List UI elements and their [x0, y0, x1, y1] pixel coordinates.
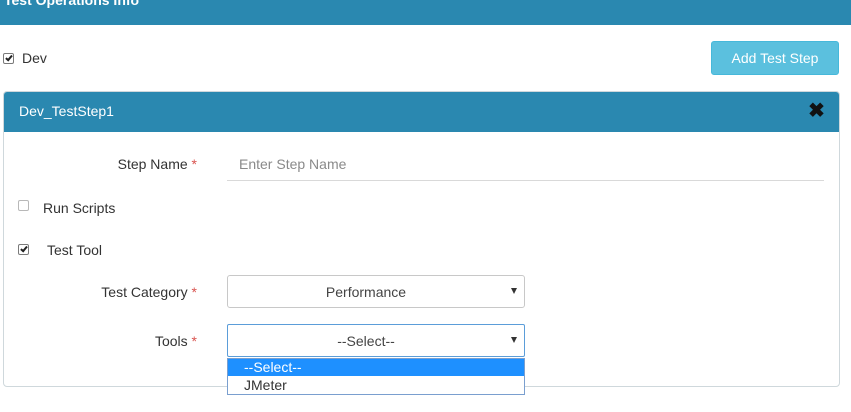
tools-label: Tools * — [0, 333, 197, 349]
dev-checkbox[interactable] — [3, 53, 14, 64]
tools-select[interactable]: --Select-- — [227, 324, 525, 357]
test-tool-checkbox[interactable] — [18, 244, 29, 255]
tools-dropdown-list: --Select-- JMeter — [227, 358, 525, 395]
close-icon[interactable]: ✖ — [808, 101, 825, 121]
tools-option-jmeter[interactable]: JMeter — [228, 377, 524, 394]
dropdown-arrow-icon — [511, 288, 517, 294]
section-title: Test Operations Info — [4, 0, 140, 8]
test-step-panel-header: Dev_TestStep1 ✖ — [4, 92, 839, 132]
test-category-select[interactable]: Performance — [227, 275, 525, 308]
test-category-value: Performance — [325, 284, 407, 300]
tools-option-select[interactable]: --Select-- — [228, 359, 524, 376]
add-test-step-button[interactable]: Add Test Step — [711, 41, 839, 75]
test-category-label-text: Test Category — [101, 284, 188, 300]
dev-checkbox-label: Dev — [22, 50, 47, 66]
section-header-bar: Test Operations Info — [0, 0, 851, 25]
run-scripts-label: Run Scripts — [43, 200, 116, 216]
run-scripts-checkbox[interactable] — [18, 200, 29, 211]
step-name-label-text: Step Name — [117, 156, 188, 172]
tools-select-value: --Select-- — [337, 333, 395, 349]
required-marker: * — [191, 284, 197, 300]
checkmark-icon — [5, 53, 13, 62]
test-category-label: Test Category * — [0, 284, 197, 300]
dropdown-arrow-icon — [511, 337, 517, 343]
step-name-label: Step Name * — [0, 156, 197, 172]
test-step-title: Dev_TestStep1 — [19, 103, 114, 119]
test-tool-label: Test Tool — [47, 242, 102, 258]
required-marker: * — [191, 333, 197, 349]
checkmark-icon — [20, 244, 28, 253]
tools-label-text: Tools — [154, 333, 188, 349]
step-name-input[interactable] — [227, 147, 824, 181]
required-marker: * — [191, 156, 197, 172]
